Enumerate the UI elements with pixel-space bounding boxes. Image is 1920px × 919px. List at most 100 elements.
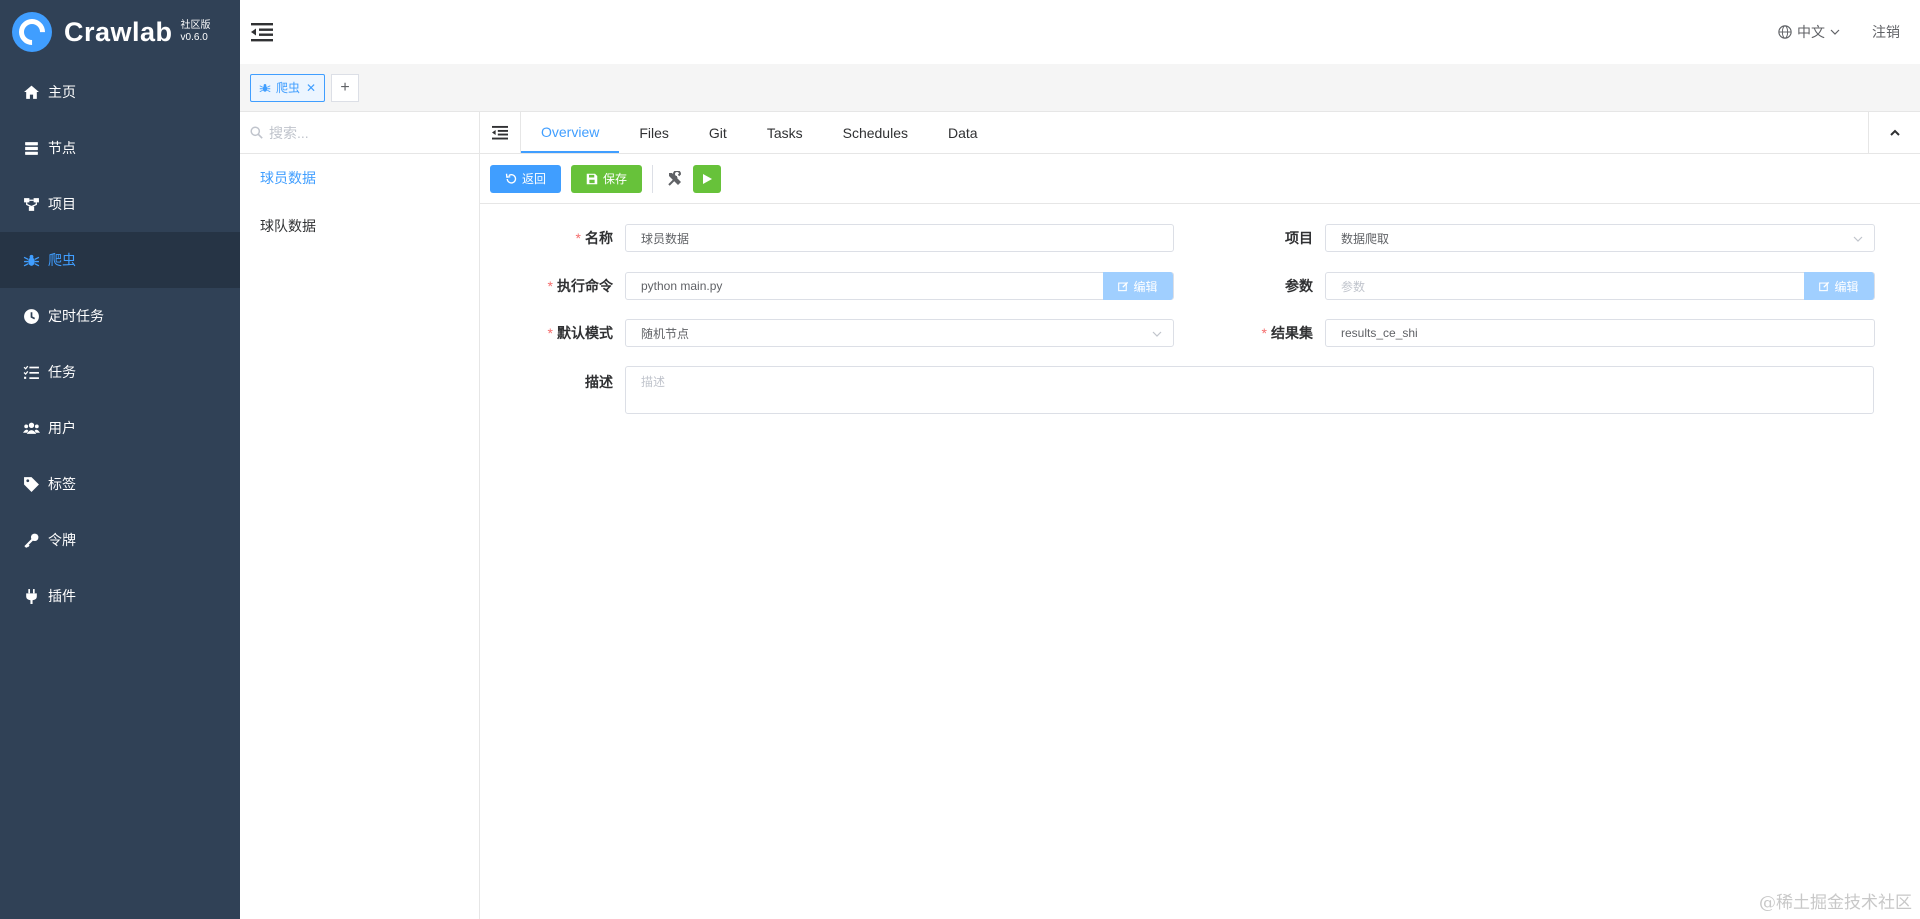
key-icon	[22, 531, 40, 549]
col-label-text: 结果集	[1271, 325, 1313, 341]
cmd-input[interactable]: python main.py 编辑	[625, 272, 1174, 300]
sidebar-item-spiders[interactable]: 爬虫	[0, 232, 240, 288]
mode-select[interactable]: 随机节点	[625, 319, 1174, 347]
tools-button[interactable]	[661, 165, 689, 193]
run-button[interactable]	[693, 164, 722, 193]
chevron-down-icon	[1830, 29, 1840, 35]
param-input[interactable]: 参数 编辑	[1325, 272, 1875, 300]
top-header: 中文 注销	[240, 0, 1920, 64]
app-name: Crawlab	[64, 16, 173, 47]
sidebar-item-projects[interactable]: 项目	[0, 176, 240, 232]
col-input[interactable]: results_ce_shi	[1325, 319, 1875, 347]
task-list-icon	[22, 363, 40, 381]
name-label: * 名称	[480, 228, 625, 248]
spider-icon	[259, 83, 271, 92]
form-row-project: 项目 数据爬取	[1180, 224, 1875, 252]
form-row-name: * 名称 球员数据	[480, 224, 1174, 252]
desc-label: 描述	[480, 366, 625, 392]
desc-textarea[interactable]: 描述	[625, 366, 1874, 414]
sidebar-item-nodes[interactable]: 节点	[0, 120, 240, 176]
version-label: v0.6.0	[180, 32, 208, 43]
form-row-desc: 描述 描述	[480, 366, 1874, 414]
project-select[interactable]: 数据爬取	[1325, 224, 1875, 252]
tab-files[interactable]: Files	[619, 112, 689, 153]
edit-button-label: 编辑	[1133, 279, 1158, 294]
sidebar-item-plugins[interactable]: 插件	[0, 568, 240, 624]
sidebar-item-label: 项目	[48, 196, 76, 212]
save-icon	[586, 173, 598, 184]
sidebar-item-label: 用户	[48, 420, 76, 436]
plug-icon	[22, 587, 40, 605]
param-label-text: 参数	[1285, 278, 1313, 294]
sidebar: Crawlab 社区版 v0.6.0 主页 节点 项目 爬虫 定时任务 任务 用…	[0, 0, 240, 919]
spider-list-panel: 搜索... 球员数据 球队数据	[240, 112, 480, 919]
mode-select-value: 随机节点	[641, 326, 690, 341]
language-switcher[interactable]: 中文	[1778, 22, 1846, 42]
globe-icon	[1778, 25, 1792, 39]
header-actions: 中文 注销	[1778, 22, 1900, 42]
sidebar-item-label: 插件	[48, 588, 76, 604]
param-edit-button[interactable]: 编辑	[1804, 272, 1874, 300]
search-placeholder: 搜索...	[269, 124, 309, 141]
language-label: 中文	[1797, 24, 1825, 40]
tab-git[interactable]: Git	[689, 112, 747, 153]
sidebar-item-label: 主页	[48, 84, 76, 100]
sidebar-menu: 主页 节点 项目 爬虫 定时任务 任务 用户 标签 令牌 插件	[0, 64, 240, 624]
list-toggle-icon[interactable]	[480, 112, 521, 153]
cmd-label: * 执行命令	[480, 276, 625, 296]
back-button-label: 返回	[522, 172, 547, 186]
tab-schedules[interactable]: Schedules	[823, 112, 928, 153]
form-row-col: * 结果集 results_ce_shi	[1180, 319, 1875, 347]
close-icon[interactable]: ✕	[306, 81, 316, 95]
sidebar-item-tags[interactable]: 标签	[0, 456, 240, 512]
sidebar-item-schedules[interactable]: 定时任务	[0, 288, 240, 344]
tab-overview[interactable]: Overview	[521, 112, 620, 153]
undo-icon	[505, 173, 517, 184]
name-input[interactable]: 球员数据	[625, 224, 1174, 252]
sidebar-item-label: 任务	[48, 364, 76, 380]
users-icon	[22, 419, 40, 437]
crawlab-logo-icon	[12, 12, 52, 52]
detail-tabs: Overview Files Git Tasks Schedules Data	[480, 112, 1920, 154]
tab-data[interactable]: Data	[928, 112, 998, 153]
required-mark: *	[575, 230, 581, 246]
cmd-edit-button[interactable]: 编辑	[1103, 272, 1173, 300]
sidebar-item-tasks[interactable]: 任务	[0, 344, 240, 400]
project-label: 项目	[1180, 228, 1325, 248]
page-tabs-bar: 爬虫 ✕ +	[240, 64, 1920, 112]
logo[interactable]: Crawlab 社区版 v0.6.0	[0, 0, 240, 64]
page-tab-label: 爬虫	[276, 81, 301, 95]
mode-label: * 默认模式	[480, 323, 625, 343]
chevron-down-icon	[1152, 331, 1162, 337]
sidebar-item-label: 爬虫	[48, 252, 76, 268]
save-button[interactable]: 保存	[571, 164, 643, 193]
toolbar-divider	[652, 164, 654, 193]
list-item[interactable]: 球员数据	[240, 154, 479, 202]
edit-icon	[1819, 281, 1830, 291]
detail-toolbar: 返回 保存	[480, 154, 1920, 204]
edit-button-label: 编辑	[1834, 279, 1859, 294]
logout-link[interactable]: 注销	[1872, 22, 1900, 42]
form-row-cmd: * 执行命令 python main.py 编辑	[480, 272, 1174, 300]
page-tab-spiders[interactable]: 爬虫 ✕	[250, 73, 326, 102]
spider-search-input[interactable]: 搜索...	[240, 112, 479, 154]
sidebar-item-tokens[interactable]: 令牌	[0, 512, 240, 568]
mode-label-text: 默认模式	[557, 325, 613, 341]
back-button[interactable]: 返回	[490, 164, 562, 193]
add-tab-button[interactable]: +	[331, 73, 360, 102]
collapse-icon[interactable]	[1868, 112, 1920, 153]
name-label-text: 名称	[585, 230, 613, 246]
project-select-value: 数据爬取	[1341, 231, 1390, 246]
form-row-param: 参数 参数 编辑	[1180, 272, 1875, 300]
required-mark: *	[1261, 325, 1267, 341]
required-mark: *	[547, 325, 553, 341]
home-icon	[22, 83, 40, 101]
sidebar-item-home[interactable]: 主页	[0, 64, 240, 120]
clock-icon	[22, 307, 40, 325]
sidebar-toggle-icon[interactable]	[250, 20, 274, 44]
tab-tasks[interactable]: Tasks	[747, 112, 823, 153]
list-item[interactable]: 球队数据	[240, 202, 479, 250]
sidebar-item-users[interactable]: 用户	[0, 400, 240, 456]
watermark: @稀土掘金技术社区	[1759, 893, 1912, 913]
project-label-text: 项目	[1285, 230, 1313, 246]
